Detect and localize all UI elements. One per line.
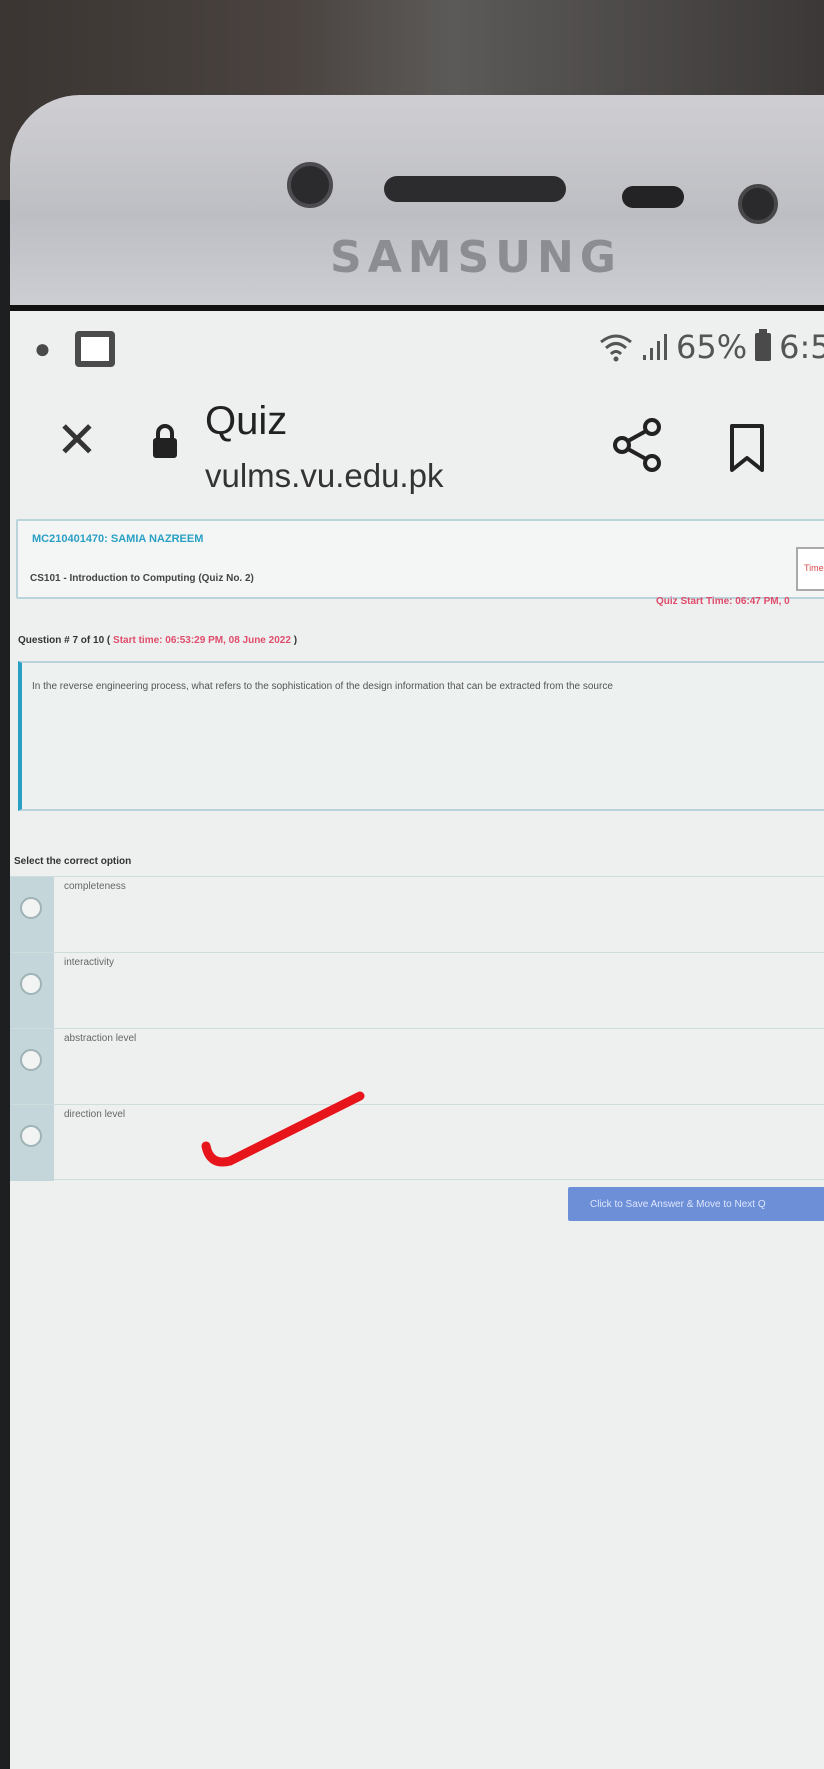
select-option-label: Select the correct option bbox=[14, 856, 132, 867]
phone-screen: ● 65% 6:5 ✕ Quiz vulms.vu.edu.pk MC21040… bbox=[10, 305, 824, 1769]
question-header-close: ) bbox=[293, 635, 298, 646]
student-name: MC210401470: SAMIA NAZREEM bbox=[32, 533, 204, 545]
radio-cell bbox=[10, 1105, 54, 1181]
timer-label: Time bbox=[804, 563, 824, 573]
sensor-dot bbox=[738, 184, 778, 224]
option-row[interactable]: interactivity bbox=[10, 952, 824, 1029]
speaker-grill bbox=[384, 176, 566, 202]
proximity-sensor bbox=[622, 186, 684, 208]
question-text: In the reverse engineering process, what… bbox=[32, 681, 613, 692]
option-radio[interactable] bbox=[20, 973, 42, 995]
option-row[interactable]: completeness bbox=[10, 876, 824, 953]
option-row[interactable]: direction level bbox=[10, 1104, 824, 1181]
notification-icon: ● bbox=[34, 333, 51, 364]
app-notification-icon bbox=[75, 331, 115, 367]
brand-logo: SAMSUNG bbox=[330, 232, 622, 283]
question-header: Question # 7 of 10 ( Start time: 06:53:2… bbox=[18, 635, 297, 646]
option-label[interactable]: abstraction level bbox=[64, 1033, 136, 1044]
option-label[interactable]: completeness bbox=[64, 881, 126, 892]
status-time: 6:5 bbox=[779, 328, 824, 366]
battery-percent: 65% bbox=[676, 328, 748, 366]
question-box: In the reverse engineering process, what… bbox=[18, 661, 824, 811]
browser-toolbar: ✕ Quiz vulms.vu.edu.pk bbox=[10, 381, 824, 501]
status-right: 65% 6:5 bbox=[598, 327, 824, 367]
share-icon[interactable] bbox=[610, 417, 664, 473]
option-radio[interactable] bbox=[20, 897, 42, 919]
wifi-icon bbox=[600, 334, 632, 362]
radio-cell bbox=[10, 953, 54, 1029]
phone-bezel bbox=[10, 95, 824, 335]
status-bar: ● 65% 6:5 bbox=[10, 311, 824, 381]
save-and-next-button[interactable]: Click to Save Answer & Move to Next Q bbox=[568, 1187, 824, 1221]
red-checkmark-annotation bbox=[201, 1091, 365, 1167]
course-name: CS101 - Introduction to Computing (Quiz … bbox=[30, 573, 254, 584]
option-radio[interactable] bbox=[20, 1049, 42, 1071]
question-number: Question # 7 of 10 ( bbox=[18, 635, 111, 646]
signal-icon bbox=[643, 334, 667, 360]
radio-cell bbox=[10, 877, 54, 953]
option-label[interactable]: direction level bbox=[64, 1109, 125, 1120]
lock-icon bbox=[153, 424, 177, 458]
page-title: Quiz bbox=[205, 399, 288, 443]
timer-box: Time bbox=[796, 547, 824, 591]
battery-icon bbox=[755, 329, 772, 361]
bookmark-icon[interactable] bbox=[728, 423, 766, 473]
close-icon[interactable]: ✕ bbox=[54, 415, 100, 465]
option-label[interactable]: interactivity bbox=[64, 957, 114, 968]
option-radio[interactable] bbox=[20, 1125, 42, 1147]
radio-cell bbox=[10, 1029, 54, 1105]
front-camera bbox=[287, 162, 333, 208]
quiz-start-time: Quiz Start Time: 06:47 PM, 0 bbox=[656, 596, 790, 607]
option-row[interactable]: abstraction level bbox=[10, 1028, 824, 1105]
question-start-time: Start time: 06:53:29 PM, 08 June 2022 bbox=[113, 635, 291, 646]
student-info-box: MC210401470: SAMIA NAZREEM CS101 - Intro… bbox=[16, 519, 824, 599]
page-url[interactable]: vulms.vu.edu.pk bbox=[205, 457, 443, 495]
